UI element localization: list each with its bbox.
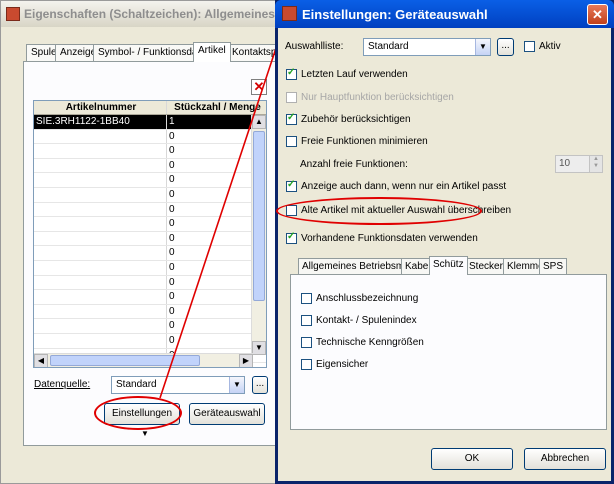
tab-schuetz[interactable]: Schütz	[429, 256, 468, 275]
freie-funktionen-checkbox[interactable]: Freie Funktionen minimieren	[286, 136, 428, 147]
auswahlliste-select[interactable]: Standard ▼	[363, 38, 491, 56]
anzahl-value: 10	[559, 158, 571, 169]
zubehoer-checkbox[interactable]: Zubehör berücksichtigen	[286, 112, 411, 125]
tab-stecker[interactable]: Stecker	[465, 258, 507, 275]
vorhandene-checkbox[interactable]: Vorhandene Funktionsdaten verwenden	[286, 231, 478, 244]
zubehoer-check[interactable]	[286, 112, 297, 125]
dialog-app-icon	[282, 6, 297, 21]
anzeige-auch-check[interactable]	[286, 179, 297, 192]
nur-hauptfunktion-check	[286, 92, 297, 103]
kontakt-spulenindex-check[interactable]	[301, 315, 312, 326]
vorhandene-check[interactable]	[286, 231, 297, 244]
zubehoer-label: Zubehör berücksichtigen	[301, 114, 411, 125]
spin-arrows-icon[interactable]: ▲ ▼	[589, 156, 602, 172]
anschlussbezeichnung-checkbox[interactable]: Anschlussbezeichnung	[301, 293, 418, 304]
tab-artikel[interactable]: Artikel	[193, 42, 231, 62]
anzahl-freie-funktionen-spinner[interactable]: 10 ▲ ▼	[555, 155, 603, 173]
anzahl-freie-funktionen-label: Anzahl freie Funktionen:	[300, 159, 408, 170]
anschlussbezeichnung-check[interactable]	[301, 293, 312, 304]
dialog-client: Auswahlliste: Standard ▼ ... Aktiv Letzt…	[278, 28, 611, 481]
kontakt-spulenindex-checkbox[interactable]: Kontakt- / Spulenindex	[301, 315, 417, 326]
nur-hauptfunktion-label: Nur Hauptfunktion berücksichtigen	[301, 92, 454, 103]
technische-kenngroessen-label: Technische Kenngrößen	[316, 337, 424, 348]
letzten-lauf-check[interactable]	[286, 67, 297, 80]
nur-hauptfunktion-checkbox: Nur Hauptfunktion berücksichtigen	[286, 92, 454, 103]
kontakt-spulenindex-label: Kontakt- / Spulenindex	[316, 315, 417, 326]
vorhandene-label: Vorhandene Funktionsdaten verwenden	[301, 233, 478, 244]
eigensicher-check[interactable]	[301, 359, 312, 370]
anschlussbezeichnung-label: Anschlussbezeichnung	[316, 293, 419, 304]
annotation-ellipse-alte-artikel	[276, 197, 482, 225]
freie-funktionen-label: Freie Funktionen minimieren	[301, 136, 428, 147]
eigensicher-label: Eigensicher	[316, 359, 369, 370]
eigensicher-checkbox[interactable]: Eigensicher	[301, 359, 368, 370]
aktiv-check-box[interactable]	[524, 41, 535, 52]
close-icon[interactable]: ✕	[587, 4, 608, 25]
chevron-down-icon[interactable]: ▼	[475, 39, 490, 55]
letzten-lauf-checkbox[interactable]: Letzten Lauf verwenden	[286, 67, 408, 80]
auswahlliste-value: Standard	[368, 41, 409, 52]
tab-sps[interactable]: SPS	[539, 258, 568, 275]
freie-funktionen-check[interactable]	[286, 136, 297, 147]
anzeige-auch-checkbox[interactable]: Anzeige auch dann, wenn nur ein Artikel …	[286, 179, 507, 192]
settings-dialog: Einstellungen: Geräteauswahl ✕ Auswahlli…	[275, 0, 614, 484]
letzten-lauf-label: Letzten Lauf verwenden	[301, 69, 408, 80]
abbrechen-button[interactable]: Abbrechen	[524, 448, 606, 470]
dialog-titlebar[interactable]: Einstellungen: Geräteauswahl ✕	[275, 0, 614, 28]
dialog-title: Einstellungen: Geräteauswahl	[302, 7, 488, 22]
technische-kenngroessen-checkbox[interactable]: Technische Kenngrößen	[301, 337, 424, 348]
aktiv-label: Aktiv	[539, 41, 561, 52]
auswahlliste-label: Auswahlliste:	[285, 41, 344, 52]
technische-kenngroessen-check[interactable]	[301, 337, 312, 348]
auswahlliste-more-button[interactable]: ...	[497, 38, 514, 56]
ok-button[interactable]: OK	[431, 448, 513, 470]
anzeige-auch-label: Anzeige auch dann, wenn nur ein Artikel …	[301, 181, 507, 192]
aktiv-checkbox[interactable]: Aktiv	[524, 41, 561, 52]
